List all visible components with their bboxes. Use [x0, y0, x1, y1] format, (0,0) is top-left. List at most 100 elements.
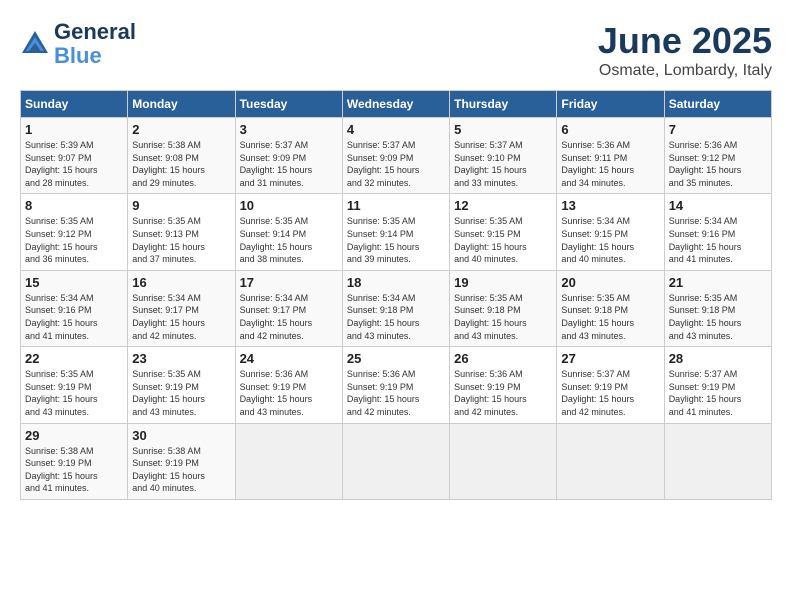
table-row: 5 Sunrise: 5:37 AMSunset: 9:10 PMDaylight… — [450, 118, 557, 194]
header-tuesday: Tuesday — [235, 91, 342, 118]
table-row: 19 Sunrise: 5:35 AMSunset: 9:18 PMDayligh… — [450, 270, 557, 346]
day-number: 8 — [25, 198, 123, 213]
table-row: 26 Sunrise: 5:36 AMSunset: 9:19 PMDayligh… — [450, 347, 557, 423]
day-number: 17 — [240, 275, 338, 290]
day-number: 16 — [132, 275, 230, 290]
day-info: Sunrise: 5:38 AMSunset: 9:19 PMDaylight:… — [25, 445, 123, 495]
table-row: 1Sunrise: 5:39 AMSunset: 9:07 PMDaylight… — [21, 118, 128, 194]
day-number: 20 — [561, 275, 659, 290]
table-row: 9 Sunrise: 5:35 AMSunset: 9:13 PMDaylight… — [128, 194, 235, 270]
calendar-week-row: 1Sunrise: 5:39 AMSunset: 9:07 PMDaylight… — [21, 118, 772, 194]
table-row — [557, 423, 664, 499]
day-number: 18 — [347, 275, 445, 290]
table-row: 7 Sunrise: 5:36 AMSunset: 9:12 PMDaylight… — [664, 118, 771, 194]
day-number: 4 — [347, 122, 445, 137]
table-row: 4 Sunrise: 5:37 AMSunset: 9:09 PMDaylight… — [342, 118, 449, 194]
day-number: 7 — [669, 122, 767, 137]
table-row: 17 Sunrise: 5:34 AMSunset: 9:17 PMDayligh… — [235, 270, 342, 346]
table-row: 22 Sunrise: 5:35 AMSunset: 9:19 PMDayligh… — [21, 347, 128, 423]
day-info: Sunrise: 5:35 AMSunset: 9:18 PMDaylight:… — [561, 292, 659, 342]
day-info: Sunrise: 5:37 AMSunset: 9:10 PMDaylight:… — [454, 139, 552, 189]
day-number: 6 — [561, 122, 659, 137]
table-row: 20 Sunrise: 5:35 AMSunset: 9:18 PMDayligh… — [557, 270, 664, 346]
table-row: 12 Sunrise: 5:35 AMSunset: 9:15 PMDayligh… — [450, 194, 557, 270]
header-friday: Friday — [557, 91, 664, 118]
logo-icon — [20, 29, 50, 59]
day-number: 22 — [25, 351, 123, 366]
day-number: 15 — [25, 275, 123, 290]
table-row — [664, 423, 771, 499]
day-info: Sunrise: 5:34 AMSunset: 9:18 PMDaylight:… — [347, 292, 445, 342]
day-info: Sunrise: 5:35 AMSunset: 9:15 PMDaylight:… — [454, 215, 552, 265]
table-row: 21 Sunrise: 5:35 AMSunset: 9:18 PMDayligh… — [664, 270, 771, 346]
header: GeneralBlue June 2025 Osmate, Lombardy, … — [20, 20, 772, 80]
day-info: Sunrise: 5:35 AMSunset: 9:14 PMDaylight:… — [240, 215, 338, 265]
day-info: Sunrise: 5:35 AMSunset: 9:18 PMDaylight:… — [669, 292, 767, 342]
day-number: 19 — [454, 275, 552, 290]
day-info: Sunrise: 5:34 AMSunset: 9:15 PMDaylight:… — [561, 215, 659, 265]
weekday-header-row: Sunday Monday Tuesday Wednesday Thursday… — [21, 91, 772, 118]
table-row: 15 Sunrise: 5:34 AMSunset: 9:16 PMDayligh… — [21, 270, 128, 346]
day-info: Sunrise: 5:37 AMSunset: 9:19 PMDaylight:… — [561, 368, 659, 418]
day-number: 28 — [669, 351, 767, 366]
table-row: 11Sunrise: 5:35 AMSunset: 9:14 PMDayligh… — [342, 194, 449, 270]
table-row: 25 Sunrise: 5:36 AMSunset: 9:19 PMDayligh… — [342, 347, 449, 423]
day-info: Sunrise: 5:34 AMSunset: 9:16 PMDaylight:… — [669, 215, 767, 265]
logo: GeneralBlue — [20, 20, 136, 68]
table-row: 10 Sunrise: 5:35 AMSunset: 9:14 PMDayligh… — [235, 194, 342, 270]
calendar-title: June 2025 — [598, 20, 772, 62]
day-number: 3 — [240, 122, 338, 137]
day-info: Sunrise: 5:35 AMSunset: 9:19 PMDaylight:… — [25, 368, 123, 418]
calendar-subtitle: Osmate, Lombardy, Italy — [598, 62, 772, 80]
table-row: 6 Sunrise: 5:36 AMSunset: 9:11 PMDaylight… — [557, 118, 664, 194]
day-number: 21 — [669, 275, 767, 290]
table-row: 30 Sunrise: 5:38 AMSunset: 9:19 PMDayligh… — [128, 423, 235, 499]
table-row: 14Sunrise: 5:34 AMSunset: 9:16 PMDayligh… — [664, 194, 771, 270]
table-row — [450, 423, 557, 499]
day-number: 9 — [132, 198, 230, 213]
day-info: Sunrise: 5:37 AMSunset: 9:09 PMDaylight:… — [240, 139, 338, 189]
table-row — [342, 423, 449, 499]
day-info: Sunrise: 5:36 AMSunset: 9:19 PMDaylight:… — [347, 368, 445, 418]
day-info: Sunrise: 5:36 AMSunset: 9:11 PMDaylight:… — [561, 139, 659, 189]
day-number: 29 — [25, 428, 123, 443]
header-monday: Monday — [128, 91, 235, 118]
table-row: 8 Sunrise: 5:35 AMSunset: 9:12 PMDaylight… — [21, 194, 128, 270]
calendar-week-row: 8 Sunrise: 5:35 AMSunset: 9:12 PMDaylight… — [21, 194, 772, 270]
calendar-table: Sunday Monday Tuesday Wednesday Thursday… — [20, 90, 772, 500]
day-info: Sunrise: 5:39 AMSunset: 9:07 PMDaylight:… — [25, 139, 123, 189]
logo-text: GeneralBlue — [54, 20, 136, 68]
calendar-week-row: 22 Sunrise: 5:35 AMSunset: 9:19 PMDayligh… — [21, 347, 772, 423]
day-number: 26 — [454, 351, 552, 366]
day-info: Sunrise: 5:36 AMSunset: 9:19 PMDaylight:… — [240, 368, 338, 418]
table-row: 24Sunrise: 5:36 AMSunset: 9:19 PMDayligh… — [235, 347, 342, 423]
day-number: 12 — [454, 198, 552, 213]
day-info: Sunrise: 5:36 AMSunset: 9:19 PMDaylight:… — [454, 368, 552, 418]
day-info: Sunrise: 5:35 AMSunset: 9:19 PMDaylight:… — [132, 368, 230, 418]
day-info: Sunrise: 5:36 AMSunset: 9:12 PMDaylight:… — [669, 139, 767, 189]
table-row: 2 Sunrise: 5:38 AMSunset: 9:08 PMDaylight… — [128, 118, 235, 194]
day-number: 25 — [347, 351, 445, 366]
day-info: Sunrise: 5:35 AMSunset: 9:12 PMDaylight:… — [25, 215, 123, 265]
day-number: 10 — [240, 198, 338, 213]
day-number: 30 — [132, 428, 230, 443]
title-area: June 2025 Osmate, Lombardy, Italy — [598, 20, 772, 80]
day-number: 23 — [132, 351, 230, 366]
day-info: Sunrise: 5:38 AMSunset: 9:19 PMDaylight:… — [132, 445, 230, 495]
day-number: 13 — [561, 198, 659, 213]
day-info: Sunrise: 5:35 AMSunset: 9:13 PMDaylight:… — [132, 215, 230, 265]
day-number: 5 — [454, 122, 552, 137]
day-info: Sunrise: 5:37 AMSunset: 9:09 PMDaylight:… — [347, 139, 445, 189]
table-row: 13 Sunrise: 5:34 AMSunset: 9:15 PMDayligh… — [557, 194, 664, 270]
table-row: 28Sunrise: 5:37 AMSunset: 9:19 PMDayligh… — [664, 347, 771, 423]
day-info: Sunrise: 5:34 AMSunset: 9:17 PMDaylight:… — [132, 292, 230, 342]
table-row: 29 Sunrise: 5:38 AMSunset: 9:19 PMDayligh… — [21, 423, 128, 499]
day-number: 2 — [132, 122, 230, 137]
day-info: Sunrise: 5:34 AMSunset: 9:17 PMDaylight:… — [240, 292, 338, 342]
day-info: Sunrise: 5:35 AMSunset: 9:18 PMDaylight:… — [454, 292, 552, 342]
table-row: 18 Sunrise: 5:34 AMSunset: 9:18 PMDayligh… — [342, 270, 449, 346]
day-info: Sunrise: 5:34 AMSunset: 9:16 PMDaylight:… — [25, 292, 123, 342]
day-info: Sunrise: 5:38 AMSunset: 9:08 PMDaylight:… — [132, 139, 230, 189]
table-row: 16 Sunrise: 5:34 AMSunset: 9:17 PMDayligh… — [128, 270, 235, 346]
table-row — [235, 423, 342, 499]
